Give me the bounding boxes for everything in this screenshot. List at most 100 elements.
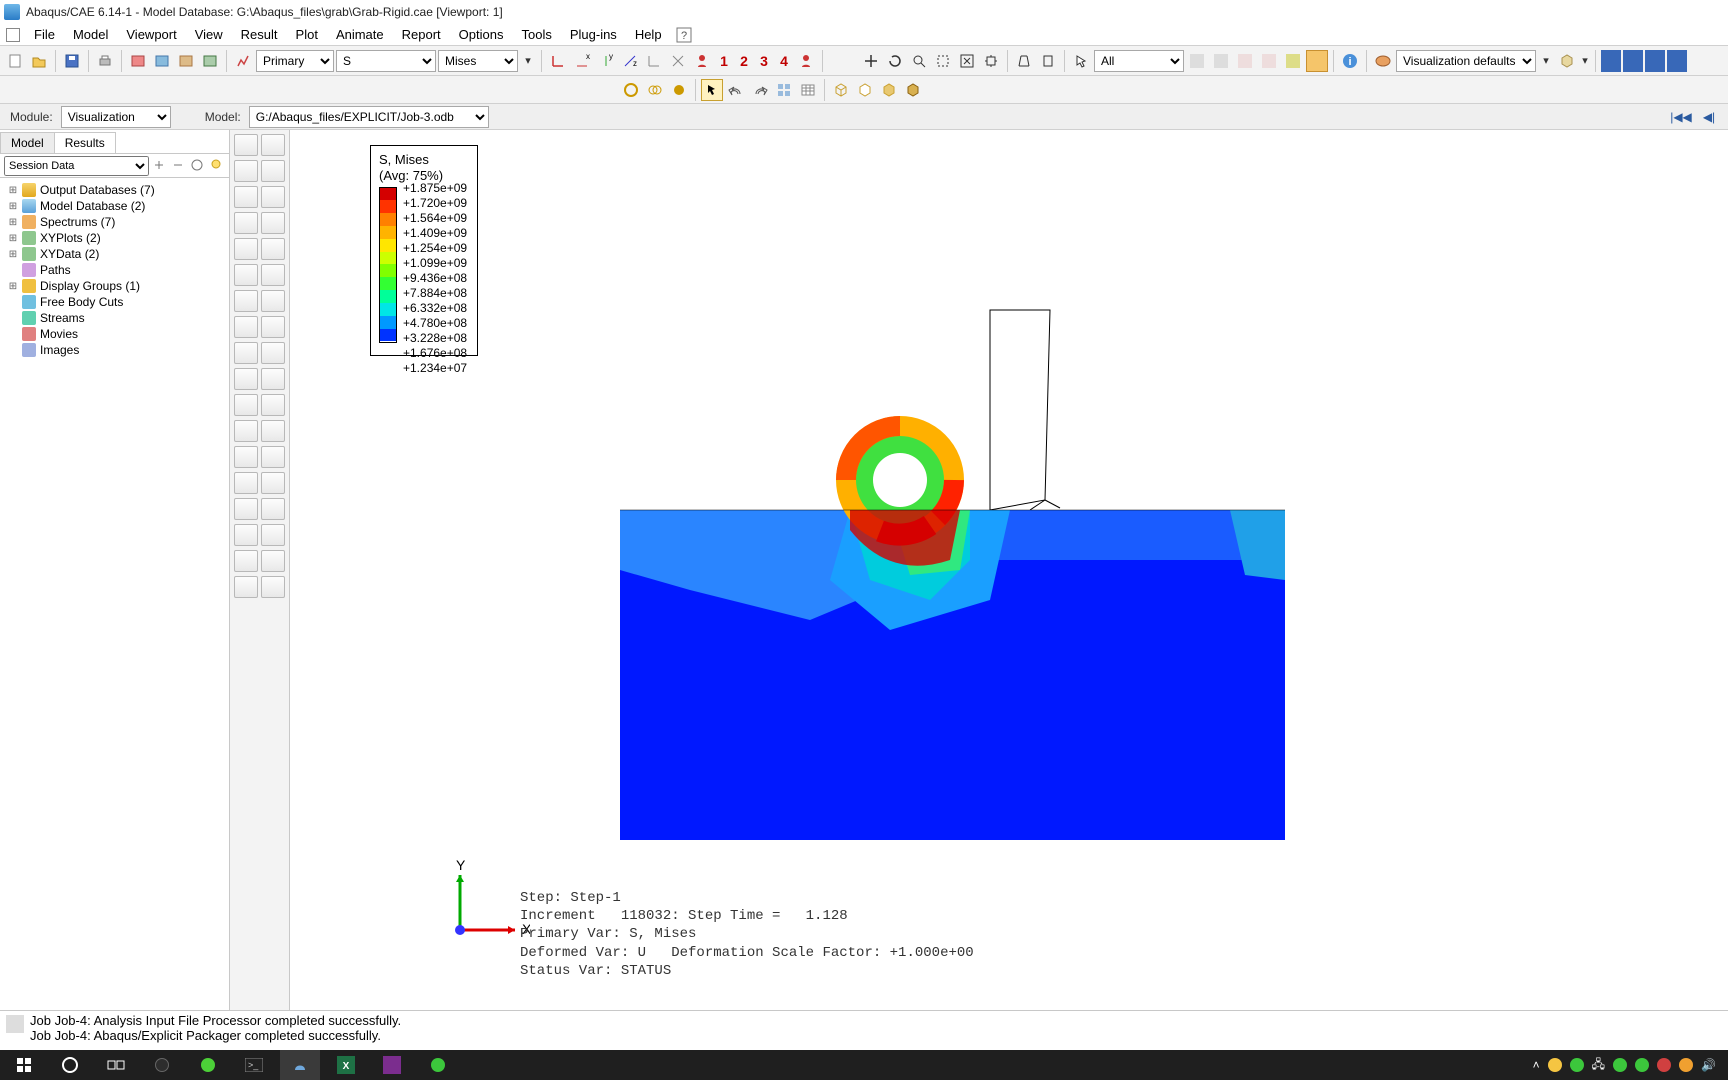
selection-filter-select[interactable]: All — [1094, 50, 1184, 72]
toolbox-button[interactable] — [234, 576, 258, 598]
toolbox-button[interactable] — [261, 160, 285, 182]
toolbox-button[interactable] — [261, 446, 285, 468]
tree-item[interactable]: Images — [2, 342, 227, 358]
expand-toggle-icon[interactable]: ⊞ — [8, 281, 18, 292]
tree-body[interactable]: ⊞Output Databases (7)⊞Model Database (2)… — [0, 178, 229, 1010]
toolbox-button[interactable] — [261, 290, 285, 312]
system-tray[interactable]: ˄ 🖧 🔊 — [1533, 1055, 1724, 1076]
toolbox-button[interactable] — [261, 212, 285, 234]
perspective-icon[interactable] — [1013, 50, 1035, 72]
tab-results[interactable]: Results — [54, 132, 116, 153]
tray-volume-icon[interactable]: 🔊 — [1701, 1058, 1716, 1072]
redo-icon[interactable] — [749, 79, 771, 101]
grid-icon[interactable] — [773, 79, 795, 101]
toolbox-button[interactable] — [261, 472, 285, 494]
toolbox-button[interactable] — [234, 368, 258, 390]
tree-item[interactable]: ⊞Output Databases (7) — [2, 182, 227, 198]
view-1[interactable]: 1 — [715, 53, 733, 69]
menu-result[interactable]: Result — [233, 25, 286, 44]
toolbox-button[interactable] — [261, 368, 285, 390]
toolbox-button[interactable] — [234, 498, 258, 520]
browser-icon[interactable] — [188, 1050, 228, 1080]
tree-item[interactable]: Paths — [2, 262, 227, 278]
tree-item[interactable]: Free Body Cuts — [2, 294, 227, 310]
palette-icon[interactable] — [1372, 50, 1394, 72]
sel-5-icon[interactable] — [1282, 50, 1304, 72]
menu-model[interactable]: Model — [65, 25, 116, 44]
tray-network-icon[interactable]: 🖧 — [1592, 1055, 1605, 1076]
csys-z-icon[interactable]: z — [619, 50, 641, 72]
layout-4-icon[interactable] — [1667, 50, 1687, 72]
csys-free-icon[interactable] — [667, 50, 689, 72]
new-icon[interactable] — [4, 50, 26, 72]
menu-file[interactable]: File — [26, 25, 63, 44]
tree-item[interactable]: ⊞Spectrums (7) — [2, 214, 227, 230]
tree-item[interactable]: ⊞Display Groups (1) — [2, 278, 227, 294]
tree-item[interactable]: Movies — [2, 326, 227, 342]
circle2-icon[interactable] — [644, 79, 666, 101]
zoom-icon[interactable] — [908, 50, 930, 72]
terminal-icon[interactable]: >_ — [234, 1050, 274, 1080]
first-frame-icon[interactable]: |◀◀ — [1670, 107, 1692, 127]
toolbox-button[interactable] — [261, 498, 285, 520]
tab-model[interactable]: Model — [0, 132, 55, 153]
tree-item[interactable]: ⊞XYData (2) — [2, 246, 227, 262]
lightbulb-icon[interactable] — [209, 158, 225, 174]
fit-icon[interactable] — [956, 50, 978, 72]
expand-toggle-icon[interactable]: ⊞ — [8, 185, 18, 196]
start-button[interactable] — [4, 1050, 44, 1080]
rotate-icon[interactable] — [884, 50, 906, 72]
tree-item[interactable]: Streams — [2, 310, 227, 326]
pan-icon[interactable] — [860, 50, 882, 72]
session-data-select[interactable]: Session Data — [4, 156, 149, 176]
layout-2-icon[interactable] — [1623, 50, 1643, 72]
expand-toggle-icon[interactable]: ⊞ — [8, 249, 18, 260]
toolbox-button[interactable] — [234, 342, 258, 364]
toolbox-button[interactable] — [261, 394, 285, 416]
sel-4-icon[interactable] — [1258, 50, 1280, 72]
field-output-icon[interactable] — [232, 50, 254, 72]
toolbox-button[interactable] — [261, 524, 285, 546]
menu-viewport[interactable]: Viewport — [118, 25, 184, 44]
toolbox-button[interactable] — [234, 290, 258, 312]
excel-icon[interactable]: X — [326, 1050, 366, 1080]
circle1-icon[interactable] — [620, 79, 642, 101]
csys-xy-icon[interactable] — [643, 50, 665, 72]
save-icon[interactable] — [61, 50, 83, 72]
toolbox-button[interactable] — [234, 446, 258, 468]
tray-icon[interactable] — [1570, 1058, 1584, 1072]
app-1-icon[interactable] — [142, 1050, 182, 1080]
annotation-pointer-icon[interactable] — [701, 79, 723, 101]
tray-icon[interactable] — [1679, 1058, 1693, 1072]
viewport[interactable]: S, Mises (Avg: 75%) +1.875e+09+1.720e+09… — [290, 130, 1728, 1010]
print-icon[interactable] — [94, 50, 116, 72]
view-3[interactable]: 3 — [755, 53, 773, 69]
toolbox-button[interactable] — [234, 550, 258, 572]
csys-x-icon[interactable]: x — [571, 50, 593, 72]
tool-3-icon[interactable] — [175, 50, 197, 72]
sel-1-icon[interactable] — [1186, 50, 1208, 72]
menu-plot[interactable]: Plot — [288, 25, 326, 44]
tray-icon[interactable] — [1635, 1058, 1649, 1072]
shaded-box-icon[interactable] — [878, 79, 900, 101]
toolbox-button[interactable] — [234, 186, 258, 208]
toolbox-button[interactable] — [261, 134, 285, 156]
toolbox-button[interactable] — [234, 238, 258, 260]
abaqus-taskbar-icon[interactable] — [280, 1050, 320, 1080]
model-select[interactable]: G:/Abaqus_files/EXPLICIT/Job-3.odb — [249, 106, 489, 128]
task-view-icon[interactable] — [96, 1050, 136, 1080]
layout-1-icon[interactable] — [1601, 50, 1621, 72]
toolbox-button[interactable] — [261, 186, 285, 208]
person-icon[interactable] — [691, 50, 713, 72]
toolbox-button[interactable] — [234, 316, 258, 338]
view-4[interactable]: 4 — [775, 53, 793, 69]
expand-toggle-icon[interactable]: ⊞ — [8, 233, 18, 244]
tray-icon[interactable] — [1613, 1058, 1627, 1072]
shaded-edge-box-icon[interactable] — [902, 79, 924, 101]
toolbox-button[interactable] — [234, 134, 258, 156]
pointer-icon[interactable] — [1070, 50, 1092, 72]
settings-icon[interactable] — [190, 158, 206, 174]
toolbox-button[interactable] — [261, 550, 285, 572]
circle3-icon[interactable] — [668, 79, 690, 101]
toolbox-button[interactable] — [234, 420, 258, 442]
